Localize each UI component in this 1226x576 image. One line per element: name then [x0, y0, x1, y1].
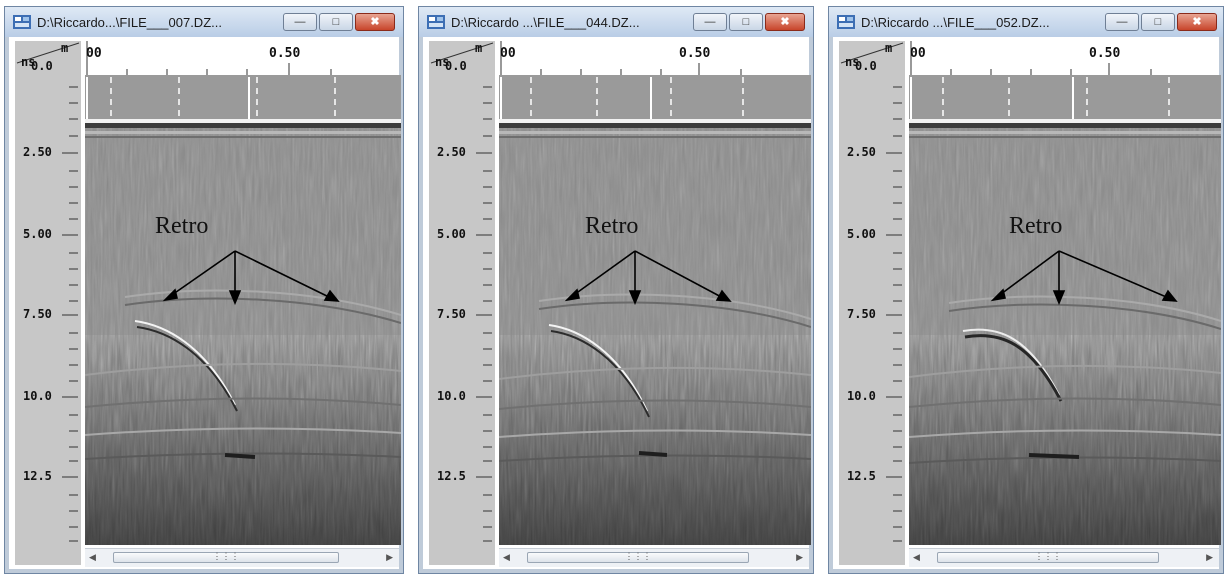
radargram-image	[499, 75, 811, 545]
chevron-right-icon[interactable]: ▶	[386, 552, 393, 563]
window-content: m ns 0.0 2.50 5.00 7.50 10.0 12.5 00 0.5…	[833, 37, 1221, 569]
radargram-window-3: D:\Riccardo ...\FILE___052.DZ... — □ ✖ m…	[828, 6, 1224, 574]
chevron-right-icon[interactable]: ▶	[1206, 552, 1213, 563]
x-tick-label: 0.50	[1089, 46, 1121, 61]
y-tick-label: 2.50	[23, 145, 52, 159]
chevron-left-icon[interactable]: ◀	[913, 552, 920, 563]
time-depth-axis: m ns 0.0 2.50 5.00 7.50 10.0 12.5	[429, 41, 495, 565]
y-tick-label: 0.0	[445, 59, 467, 73]
y-tick-label: 5.00	[847, 227, 876, 241]
radargram-window-1: D:\Riccardo...\FILE___007.DZ... — □ ✖ m …	[4, 6, 404, 574]
chevron-right-icon[interactable]: ▶	[796, 552, 803, 563]
y-tick-label: 10.0	[23, 389, 52, 403]
y-tick-label: 2.50	[847, 145, 876, 159]
y-tick-label: 7.50	[437, 307, 466, 321]
y-tick-label: 10.0	[437, 389, 466, 403]
radargram-plot[interactable]: Retro	[499, 75, 811, 547]
time-depth-axis: m ns 0.0 2.50 5.00 7.50 10.0 12.5	[839, 41, 905, 565]
horizontal-scrollbar[interactable]: ◀ ⋮⋮⋮ ▶	[909, 548, 1219, 567]
close-button[interactable]: ✖	[355, 13, 395, 31]
window-content: m ns 0.0 2.50 5.00 7.50 10.0 12.5 00 0.5…	[9, 37, 401, 569]
y-tick-label: 0.0	[855, 59, 877, 73]
axis-ticks	[910, 41, 1152, 75]
y-tick-label: 5.00	[23, 227, 52, 241]
minimize-icon: —	[704, 16, 716, 28]
y-tick-label: 2.50	[437, 145, 466, 159]
unit-distance: m	[475, 41, 483, 55]
axis-ticks	[500, 41, 742, 75]
axis-ticks	[430, 42, 494, 542]
axis-ticks	[16, 42, 80, 542]
y-tick-label: 12.5	[847, 469, 876, 483]
radargram-window-2: D:\Riccardo ...\FILE___044.DZ... — □ ✖ m…	[418, 6, 814, 574]
minimize-button[interactable]: —	[693, 13, 727, 31]
app-icon	[13, 15, 31, 29]
close-button[interactable]: ✖	[765, 13, 805, 31]
axis-ticks	[86, 41, 332, 75]
grip-icon: ⋮⋮⋮	[212, 551, 240, 561]
unit-distance: m	[61, 41, 69, 55]
y-tick-label: 5.00	[437, 227, 466, 241]
y-tick-label: 10.0	[847, 389, 876, 403]
y-tick-label: 0.0	[31, 59, 53, 73]
radargram-plot[interactable]: Retro	[909, 75, 1221, 547]
retro-annotation: Retro	[585, 213, 639, 239]
close-icon: ✖	[780, 16, 790, 28]
minimize-button[interactable]: —	[283, 13, 317, 31]
radargram-image	[85, 75, 401, 545]
maximize-button[interactable]: □	[1141, 13, 1175, 31]
maximize-icon: □	[332, 16, 340, 28]
title-bar[interactable]: D:\Riccardo ...\FILE___052.DZ... — □ ✖	[829, 7, 1223, 37]
radargram-plot[interactable]: Retro	[85, 75, 401, 547]
y-tick-label: 12.5	[437, 469, 466, 483]
grip-icon: ⋮⋮⋮	[1034, 551, 1062, 561]
close-icon: ✖	[370, 16, 380, 28]
y-tick-label: 7.50	[23, 307, 52, 321]
x-tick-label: 00	[500, 46, 516, 61]
retro-annotation: Retro	[155, 213, 209, 239]
title-bar[interactable]: D:\Riccardo ...\FILE___044.DZ... — □ ✖	[419, 7, 813, 37]
horizontal-scrollbar[interactable]: ◀ ⋮⋮⋮ ▶	[85, 548, 399, 567]
maximize-button[interactable]: □	[729, 13, 763, 31]
minimize-button[interactable]: —	[1105, 13, 1139, 31]
grip-icon: ⋮⋮⋮	[624, 551, 652, 561]
minimize-icon: —	[294, 16, 306, 28]
close-icon: ✖	[1192, 16, 1202, 28]
chevron-left-icon[interactable]: ◀	[89, 552, 96, 563]
maximize-icon: □	[1154, 16, 1162, 28]
distance-axis: 00 0.50	[499, 41, 809, 75]
unit-distance: m	[885, 41, 893, 55]
title-bar[interactable]: D:\Riccardo...\FILE___007.DZ... — □ ✖	[5, 7, 403, 37]
minimize-icon: —	[1116, 16, 1128, 28]
app-icon	[837, 15, 855, 29]
app-icon	[427, 15, 445, 29]
window-title: D:\Riccardo ...\FILE___044.DZ...	[451, 15, 640, 30]
window-content: m ns 0.0 2.50 5.00 7.50 10.0 12.5 00 0.5…	[423, 37, 811, 569]
y-tick-label: 12.5	[23, 469, 52, 483]
retro-annotation: Retro	[1009, 213, 1063, 239]
scroll-thumb[interactable]: ⋮⋮⋮	[937, 551, 1159, 563]
window-title: D:\Riccardo ...\FILE___052.DZ...	[861, 15, 1050, 30]
close-button[interactable]: ✖	[1177, 13, 1217, 31]
x-tick-label: 0.50	[679, 46, 711, 61]
y-tick-label: 7.50	[847, 307, 876, 321]
x-tick-label: 0.50	[269, 46, 301, 61]
maximize-icon: □	[742, 16, 750, 28]
radargram-image	[909, 75, 1221, 545]
window-title: D:\Riccardo...\FILE___007.DZ...	[37, 15, 222, 30]
horizontal-scrollbar[interactable]: ◀ ⋮⋮⋮ ▶	[499, 548, 809, 567]
scroll-thumb[interactable]: ⋮⋮⋮	[113, 551, 339, 563]
maximize-button[interactable]: □	[319, 13, 353, 31]
time-depth-axis: m ns 0.0 2.50 5.00 7.50 10.0 12.5	[15, 41, 81, 565]
chevron-left-icon[interactable]: ◀	[503, 552, 510, 563]
x-tick-label: 00	[910, 46, 926, 61]
axis-ticks	[840, 42, 904, 542]
distance-axis: 00 0.50	[909, 41, 1219, 75]
distance-axis: 00 0.50	[85, 41, 399, 75]
scroll-thumb[interactable]: ⋮⋮⋮	[527, 551, 749, 563]
x-tick-label: 00	[86, 46, 102, 61]
